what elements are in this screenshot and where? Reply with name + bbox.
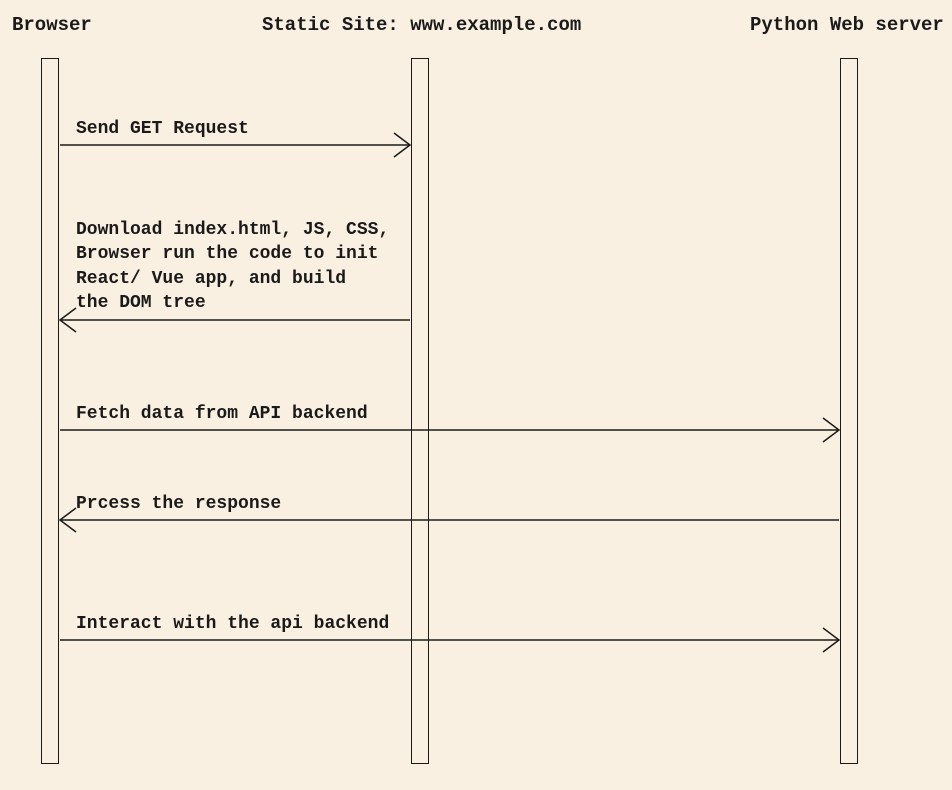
lifeline-python-server xyxy=(840,58,858,764)
lifeline-browser xyxy=(41,58,59,764)
participant-label-python-server: Python Web server xyxy=(750,14,944,36)
message-label-0: Send GET Request xyxy=(76,117,249,141)
participant-label-static-site: Static Site: www.example.com xyxy=(262,14,581,36)
participant-label-browser: Browser xyxy=(12,14,92,36)
message-label-4: Interact with the api backend xyxy=(76,612,389,636)
message-label-1: Download index.html, JS, CSS, Browser ru… xyxy=(76,218,389,315)
lifeline-static-site xyxy=(411,58,429,764)
message-label-2: Fetch data from API backend xyxy=(76,402,368,426)
message-label-3: Prcess the response xyxy=(76,492,281,516)
